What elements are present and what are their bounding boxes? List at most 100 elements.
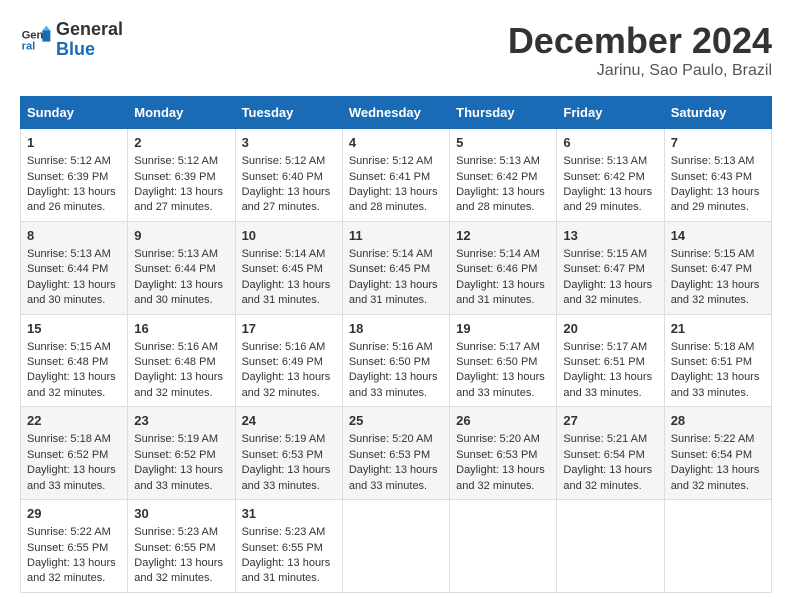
day-number: 14 <box>671 227 765 245</box>
day-number: 12 <box>456 227 550 245</box>
calendar-cell <box>557 500 664 593</box>
sunset-text: Sunset: 6:45 PM <box>242 263 323 275</box>
day-header-thursday: Thursday <box>450 97 557 129</box>
daylight-text: Daylight: 13 hours and 29 minutes. <box>563 186 652 213</box>
daylight-text: Daylight: 13 hours and 30 minutes. <box>27 279 116 306</box>
daylight-text: Daylight: 13 hours and 31 minutes. <box>456 279 545 306</box>
day-number: 27 <box>563 412 657 430</box>
sunset-text: Sunset: 6:41 PM <box>349 171 430 183</box>
sunrise-text: Sunrise: 5:15 AM <box>27 341 111 353</box>
sunset-text: Sunset: 6:52 PM <box>27 449 108 461</box>
location-subtitle: Jarinu, Sao Paulo, Brazil <box>508 62 772 80</box>
calendar-cell: 23 Sunrise: 5:19 AM Sunset: 6:52 PM Dayl… <box>128 407 235 500</box>
sunset-text: Sunset: 6:47 PM <box>563 263 644 275</box>
daylight-text: Daylight: 13 hours and 32 minutes. <box>27 557 116 584</box>
calendar-cell: 12 Sunrise: 5:14 AM Sunset: 6:46 PM Dayl… <box>450 221 557 314</box>
sunrise-text: Sunrise: 5:16 AM <box>242 341 326 353</box>
day-number: 31 <box>242 505 336 523</box>
daylight-text: Daylight: 13 hours and 30 minutes. <box>134 279 223 306</box>
sunrise-text: Sunrise: 5:20 AM <box>456 433 540 445</box>
daylight-text: Daylight: 13 hours and 32 minutes. <box>671 464 760 491</box>
calendar-cell: 3 Sunrise: 5:12 AM Sunset: 6:40 PM Dayli… <box>235 129 342 222</box>
sunrise-text: Sunrise: 5:17 AM <box>563 341 647 353</box>
calendar-cell: 2 Sunrise: 5:12 AM Sunset: 6:39 PM Dayli… <box>128 129 235 222</box>
calendar-cell: 8 Sunrise: 5:13 AM Sunset: 6:44 PM Dayli… <box>21 221 128 314</box>
sunset-text: Sunset: 6:50 PM <box>349 356 430 368</box>
day-header-saturday: Saturday <box>664 97 771 129</box>
calendar-cell: 15 Sunrise: 5:15 AM Sunset: 6:48 PM Dayl… <box>21 314 128 407</box>
calendar-cell: 25 Sunrise: 5:20 AM Sunset: 6:53 PM Dayl… <box>342 407 449 500</box>
day-number: 16 <box>134 320 228 338</box>
daylight-text: Daylight: 13 hours and 32 minutes. <box>671 279 760 306</box>
sunset-text: Sunset: 6:46 PM <box>456 263 537 275</box>
daylight-text: Daylight: 13 hours and 27 minutes. <box>242 186 331 213</box>
day-number: 23 <box>134 412 228 430</box>
day-number: 5 <box>456 134 550 152</box>
daylight-text: Daylight: 13 hours and 32 minutes. <box>456 464 545 491</box>
sunrise-text: Sunrise: 5:14 AM <box>242 248 326 260</box>
day-number: 9 <box>134 227 228 245</box>
daylight-text: Daylight: 13 hours and 33 minutes. <box>456 371 545 398</box>
daylight-text: Daylight: 13 hours and 32 minutes. <box>563 464 652 491</box>
sunset-text: Sunset: 6:44 PM <box>134 263 215 275</box>
calendar-cell: 1 Sunrise: 5:12 AM Sunset: 6:39 PM Dayli… <box>21 129 128 222</box>
calendar-header-row: SundayMondayTuesdayWednesdayThursdayFrid… <box>21 97 772 129</box>
daylight-text: Daylight: 13 hours and 31 minutes. <box>242 557 331 584</box>
daylight-text: Daylight: 13 hours and 33 minutes. <box>349 371 438 398</box>
sunrise-text: Sunrise: 5:19 AM <box>134 433 218 445</box>
calendar-cell: 4 Sunrise: 5:12 AM Sunset: 6:41 PM Dayli… <box>342 129 449 222</box>
calendar-week-2: 15 Sunrise: 5:15 AM Sunset: 6:48 PM Dayl… <box>21 314 772 407</box>
sunset-text: Sunset: 6:49 PM <box>242 356 323 368</box>
sunrise-text: Sunrise: 5:16 AM <box>134 341 218 353</box>
calendar-cell: 11 Sunrise: 5:14 AM Sunset: 6:45 PM Dayl… <box>342 221 449 314</box>
calendar-cell: 6 Sunrise: 5:13 AM Sunset: 6:42 PM Dayli… <box>557 129 664 222</box>
sunrise-text: Sunrise: 5:20 AM <box>349 433 433 445</box>
sunset-text: Sunset: 6:42 PM <box>563 171 644 183</box>
day-header-sunday: Sunday <box>21 97 128 129</box>
day-number: 30 <box>134 505 228 523</box>
sunrise-text: Sunrise: 5:14 AM <box>349 248 433 260</box>
calendar-cell: 18 Sunrise: 5:16 AM Sunset: 6:50 PM Dayl… <box>342 314 449 407</box>
calendar-week-1: 8 Sunrise: 5:13 AM Sunset: 6:44 PM Dayli… <box>21 221 772 314</box>
svg-text:ral: ral <box>22 40 36 52</box>
sunrise-text: Sunrise: 5:16 AM <box>349 341 433 353</box>
calendar-cell: 27 Sunrise: 5:21 AM Sunset: 6:54 PM Dayl… <box>557 407 664 500</box>
calendar-cell: 29 Sunrise: 5:22 AM Sunset: 6:55 PM Dayl… <box>21 500 128 593</box>
logo-text-line2: Blue <box>56 40 123 60</box>
daylight-text: Daylight: 13 hours and 32 minutes. <box>134 557 223 584</box>
sunset-text: Sunset: 6:39 PM <box>134 171 215 183</box>
day-number: 21 <box>671 320 765 338</box>
sunrise-text: Sunrise: 5:13 AM <box>563 155 647 167</box>
calendar-week-4: 29 Sunrise: 5:22 AM Sunset: 6:55 PM Dayl… <box>21 500 772 593</box>
title-block: December 2024 Jarinu, Sao Paulo, Brazil <box>508 20 772 80</box>
daylight-text: Daylight: 13 hours and 28 minutes. <box>349 186 438 213</box>
day-number: 1 <box>27 134 121 152</box>
day-number: 24 <box>242 412 336 430</box>
daylight-text: Daylight: 13 hours and 33 minutes. <box>671 371 760 398</box>
sunrise-text: Sunrise: 5:14 AM <box>456 248 540 260</box>
sunrise-text: Sunrise: 5:12 AM <box>242 155 326 167</box>
sunset-text: Sunset: 6:54 PM <box>563 449 644 461</box>
sunset-text: Sunset: 6:48 PM <box>27 356 108 368</box>
sunrise-text: Sunrise: 5:22 AM <box>671 433 755 445</box>
calendar-cell: 26 Sunrise: 5:20 AM Sunset: 6:53 PM Dayl… <box>450 407 557 500</box>
daylight-text: Daylight: 13 hours and 33 minutes. <box>134 464 223 491</box>
day-number: 29 <box>27 505 121 523</box>
sunrise-text: Sunrise: 5:13 AM <box>671 155 755 167</box>
sunset-text: Sunset: 6:53 PM <box>456 449 537 461</box>
sunset-text: Sunset: 6:45 PM <box>349 263 430 275</box>
day-number: 13 <box>563 227 657 245</box>
day-number: 18 <box>349 320 443 338</box>
calendar-cell: 17 Sunrise: 5:16 AM Sunset: 6:49 PM Dayl… <box>235 314 342 407</box>
daylight-text: Daylight: 13 hours and 33 minutes. <box>563 371 652 398</box>
daylight-text: Daylight: 13 hours and 32 minutes. <box>242 371 331 398</box>
sunset-text: Sunset: 6:44 PM <box>27 263 108 275</box>
day-number: 6 <box>563 134 657 152</box>
calendar-cell: 10 Sunrise: 5:14 AM Sunset: 6:45 PM Dayl… <box>235 221 342 314</box>
day-header-tuesday: Tuesday <box>235 97 342 129</box>
logo-text-line1: General <box>56 20 123 40</box>
day-number: 20 <box>563 320 657 338</box>
day-number: 26 <box>456 412 550 430</box>
daylight-text: Daylight: 13 hours and 32 minutes. <box>134 371 223 398</box>
day-number: 11 <box>349 227 443 245</box>
